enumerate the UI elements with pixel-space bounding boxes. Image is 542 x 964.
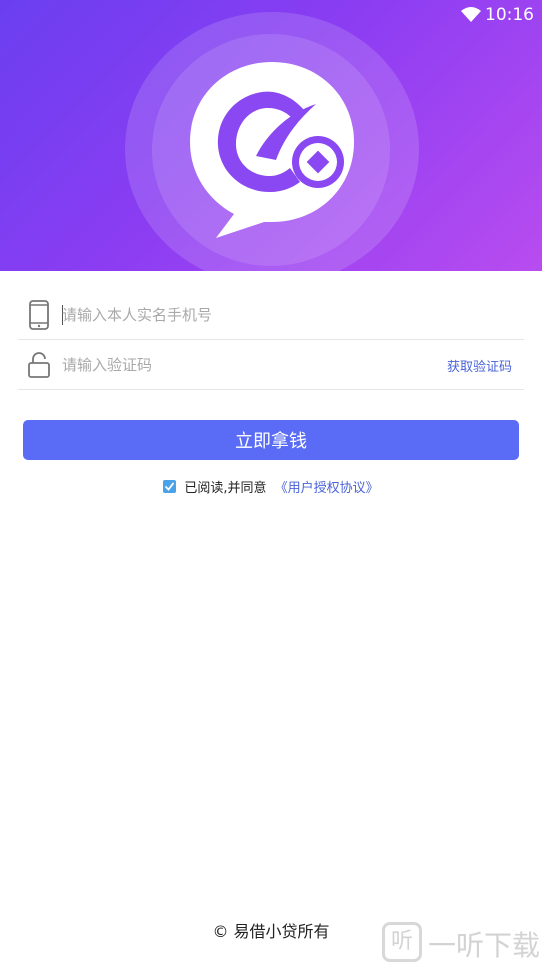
- watermark-logo: 听: [382, 922, 422, 962]
- watermark-text: 一听下载: [428, 929, 541, 962]
- app-logo-icon: [190, 62, 354, 238]
- wifi-icon: [461, 7, 481, 22]
- code-input[interactable]: [62, 350, 432, 380]
- agreement-row: 已阅读,并同意 《用户授权协议》: [0, 476, 542, 496]
- phone-icon: [29, 300, 49, 330]
- code-field-row: 获取验证码: [18, 340, 524, 390]
- phone-input[interactable]: [62, 300, 432, 330]
- lock-icon: [28, 352, 50, 378]
- agree-checkbox[interactable]: [163, 479, 177, 493]
- agreement-link[interactable]: 《用户授权协议》: [275, 477, 379, 496]
- phone-field-row: [18, 290, 524, 340]
- status-time: 10:16: [485, 5, 534, 25]
- get-code-button[interactable]: 获取验证码: [447, 356, 512, 375]
- check-icon: [165, 481, 175, 491]
- watermark: 听 一听下载: [382, 920, 542, 964]
- hero-banner: 10:16: [0, 0, 542, 271]
- agree-text: 已阅读,并同意: [184, 480, 267, 496]
- get-money-button[interactable]: 立即拿钱: [23, 420, 519, 460]
